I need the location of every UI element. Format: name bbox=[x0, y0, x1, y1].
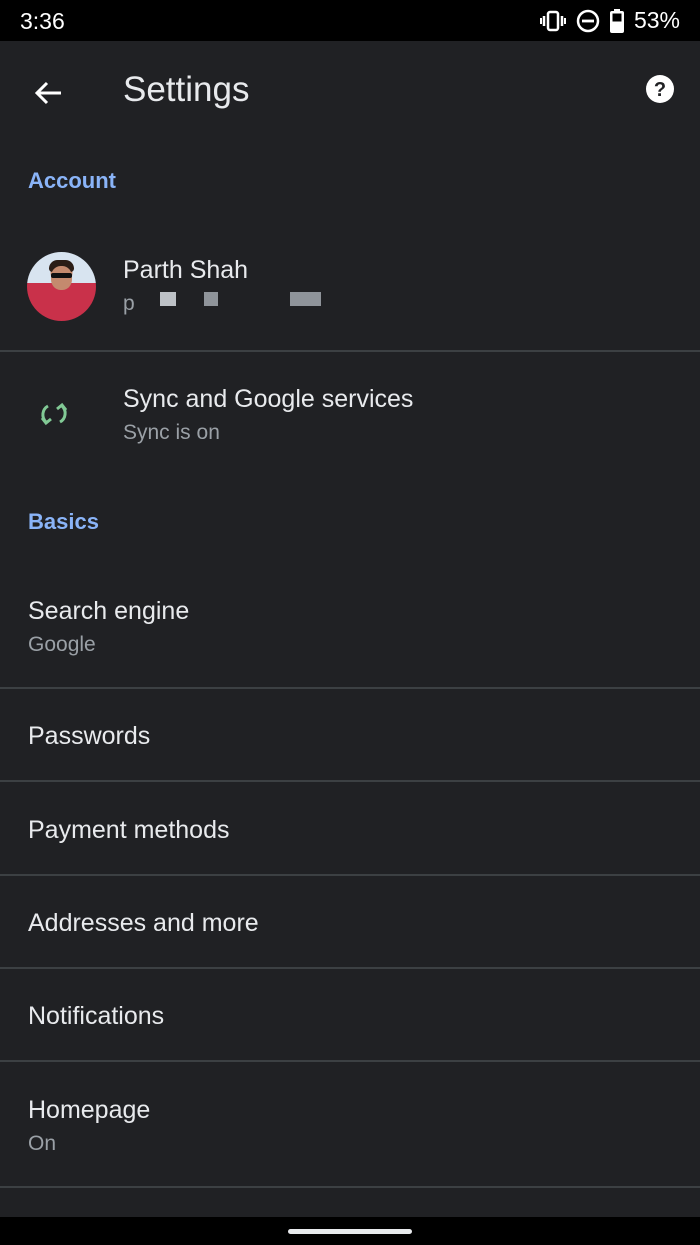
status-bar: 3:36 53% bbox=[0, 0, 700, 41]
help-icon: ? bbox=[646, 75, 674, 103]
vibrate-icon bbox=[539, 10, 566, 32]
payment-methods-title: Payment methods bbox=[28, 816, 230, 844]
redacted-email-block bbox=[204, 292, 218, 306]
home-gesture-handle[interactable] bbox=[288, 1229, 412, 1234]
arrow-back-icon bbox=[34, 81, 61, 105]
redacted-email-block bbox=[160, 292, 176, 306]
status-time: 3:36 bbox=[20, 8, 65, 34]
notifications-title: Notifications bbox=[28, 1002, 165, 1030]
account-row[interactable] bbox=[0, 220, 700, 350]
do-not-disturb-icon bbox=[576, 9, 600, 33]
battery-percent: 53% bbox=[633, 7, 680, 33]
search-engine-title: Search engine bbox=[28, 597, 190, 625]
homepage-title: Homepage bbox=[28, 1096, 151, 1124]
sync-icon bbox=[40, 402, 68, 426]
status-icons: 53% bbox=[539, 7, 680, 34]
redacted-email-block bbox=[290, 292, 321, 306]
sync-subtitle: Sync is on bbox=[123, 421, 220, 444]
divider bbox=[0, 1186, 700, 1188]
section-header-account: Account bbox=[28, 168, 116, 193]
search-engine-value: Google bbox=[28, 633, 96, 656]
addresses-title: Addresses and more bbox=[28, 909, 259, 937]
battery-icon bbox=[609, 8, 624, 33]
sync-title: Sync and Google services bbox=[123, 385, 414, 413]
svg-text:?: ? bbox=[654, 79, 666, 101]
avatar bbox=[27, 252, 96, 321]
navigation-bar bbox=[0, 1217, 700, 1245]
section-header-basics: Basics bbox=[28, 509, 99, 534]
homepage-value: On bbox=[28, 1132, 57, 1155]
account-email: p bbox=[123, 292, 135, 315]
help-button[interactable]: ? bbox=[636, 65, 684, 113]
account-name: Parth Shah bbox=[123, 256, 249, 284]
page-title: Settings bbox=[123, 70, 250, 109]
app-bar: Settings ? bbox=[0, 41, 700, 141]
passwords-title: Passwords bbox=[28, 722, 151, 750]
back-button[interactable] bbox=[24, 69, 72, 117]
